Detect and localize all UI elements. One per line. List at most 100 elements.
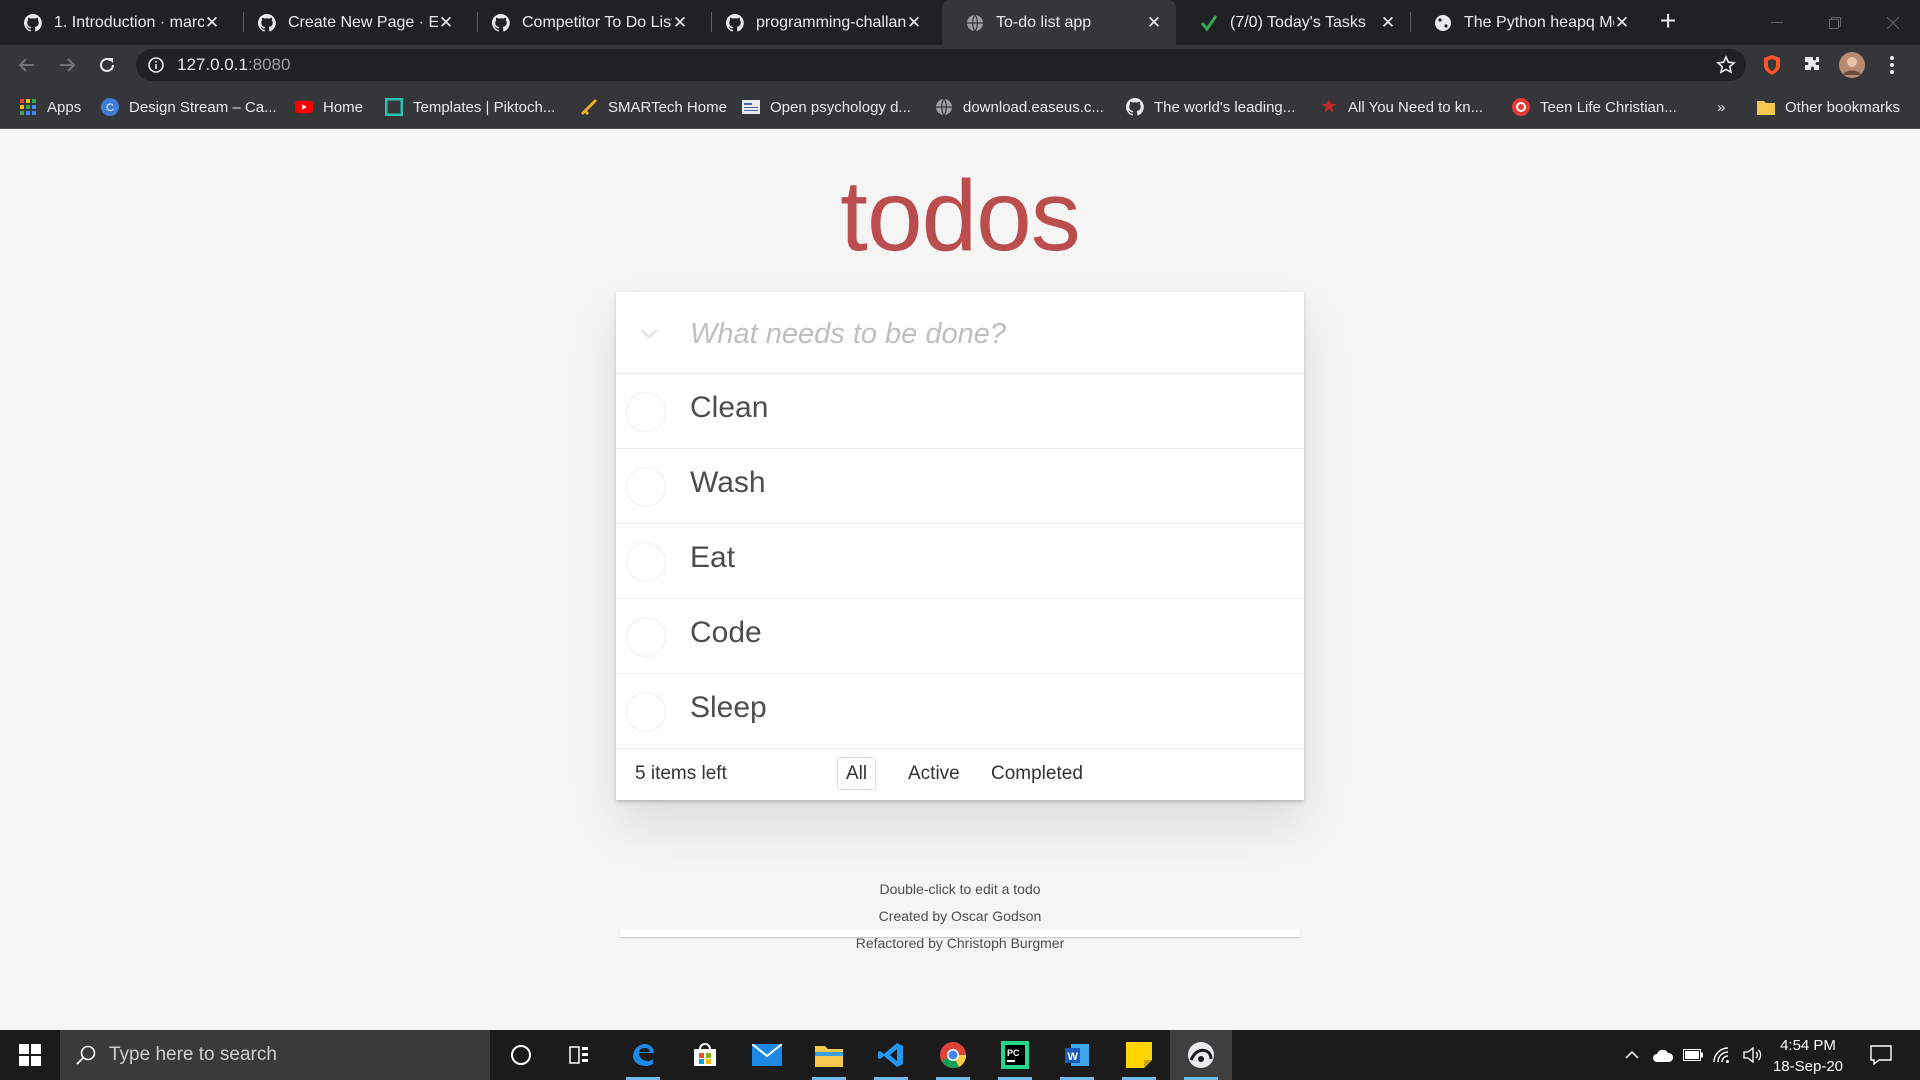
minimize-button[interactable] — [1748, 0, 1806, 45]
tab-title: The Python heapq Mo — [1464, 13, 1614, 31]
todo-item[interactable]: Wash — [616, 449, 1304, 524]
new-tab-button[interactable]: + — [1654, 7, 1682, 36]
brave-shield-extension[interactable] — [1756, 49, 1788, 81]
close-icon[interactable]: ✕ — [438, 13, 454, 32]
tray-wifi[interactable] — [1710, 1030, 1736, 1080]
forward-button[interactable] — [51, 49, 83, 81]
new-todo-input[interactable] — [690, 312, 1280, 356]
menu-button[interactable] — [1876, 49, 1908, 81]
tab-python-heapq[interactable]: The Python heapq Mo ✕ — [1410, 0, 1644, 45]
todo-checkbox[interactable] — [626, 467, 666, 507]
close-icon[interactable]: ✕ — [1380, 13, 1396, 32]
filter-active[interactable]: Active — [899, 757, 969, 790]
avatar-icon — [1839, 52, 1865, 78]
info-icon[interactable] — [148, 57, 164, 73]
taskbar-sticky-notes[interactable] — [1108, 1030, 1170, 1080]
other-bookmarks[interactable]: Other bookmarks — [1757, 96, 1900, 118]
restore-button[interactable] — [1806, 0, 1864, 45]
taskbar-store[interactable] — [674, 1030, 736, 1080]
clock-time: 4:54 PM — [1780, 1037, 1836, 1054]
todo-item[interactable]: Sleep — [616, 674, 1304, 749]
bookmark-templates[interactable]: Templates | Piktoch... — [385, 96, 555, 118]
bookmark-open-psychology[interactable]: Open psychology d... — [742, 96, 911, 118]
close-window-button[interactable] — [1864, 0, 1920, 45]
todo-footer: 5 items left All Active Completed — [616, 749, 1304, 800]
todo-label[interactable]: Clean — [690, 391, 768, 425]
taskbar-pycharm[interactable]: PC — [984, 1030, 1046, 1080]
info-footer: Double-click to edit a todo Created by O… — [0, 876, 1920, 957]
taskbar-mail[interactable] — [736, 1030, 798, 1080]
address-bar[interactable]: 127.0.0.1:8080 — [136, 49, 1746, 81]
todo-checkbox[interactable] — [626, 542, 666, 582]
windows-logo-icon — [19, 1044, 41, 1066]
todo-checkbox[interactable] — [626, 617, 666, 657]
tray-onedrive[interactable] — [1650, 1030, 1676, 1080]
close-icon[interactable]: ✕ — [1146, 13, 1162, 32]
task-view-button[interactable] — [548, 1030, 610, 1080]
close-icon[interactable]: ✕ — [1614, 13, 1630, 32]
cortana-button[interactable] — [490, 1030, 552, 1080]
file-explorer-icon — [815, 1046, 843, 1067]
tab-introduction[interactable]: 1. Introduction · marcin ✕ — [0, 0, 234, 45]
python-icon — [1434, 14, 1452, 32]
tray-volume[interactable] — [1740, 1030, 1766, 1080]
bookmark-label: Apps — [47, 98, 82, 116]
tab-create-new-page[interactable]: Create New Page · Emp ✕ — [234, 0, 468, 45]
taskbar-search[interactable]: Type here to search — [60, 1030, 490, 1080]
action-center-button[interactable] — [1864, 1030, 1898, 1080]
mail-icon — [752, 1044, 782, 1066]
taskbar-active-browser[interactable] — [1170, 1030, 1232, 1080]
todo-label[interactable]: Wash — [690, 466, 766, 500]
bookmark-github[interactable]: The world's leading... — [1126, 96, 1295, 118]
taskbar-vscode[interactable] — [860, 1030, 922, 1080]
taskbar-word[interactable]: W — [1046, 1030, 1108, 1080]
tab-programming-challenge[interactable]: programming-challang ✕ — [702, 0, 936, 45]
filter-completed[interactable]: Completed — [982, 757, 1092, 790]
tab-todo-list-app[interactable]: To-do list app ✕ — [942, 0, 1176, 45]
todo-item[interactable]: Clean — [616, 374, 1304, 449]
bookmark-label: All You Need to kn... — [1348, 98, 1484, 116]
search-icon — [76, 1045, 96, 1065]
bookmark-easeus[interactable]: download.easeus.c... — [935, 96, 1104, 118]
filter-all[interactable]: All — [837, 757, 877, 790]
todo-label[interactable]: Eat — [690, 541, 735, 575]
bookmark-apps[interactable]: Apps — [19, 96, 81, 118]
bookmark-smartech[interactable]: SMARTech Home — [580, 96, 727, 118]
tab-todays-tasks[interactable]: (7/0) Today's Tasks ✕ — [1176, 0, 1410, 45]
tray-battery[interactable] — [1680, 1030, 1706, 1080]
page-content: todos Clean Wash Eat Code Sleep 5 ite — [0, 129, 1920, 1030]
vscode-icon — [878, 1043, 903, 1067]
back-button[interactable] — [11, 49, 43, 81]
kebab-menu-icon — [1890, 56, 1894, 74]
todo-label[interactable]: Sleep — [690, 691, 767, 725]
extensions-button[interactable] — [1796, 49, 1828, 81]
bookmarks-overflow-button[interactable]: » — [1717, 96, 1725, 118]
todo-checkbox[interactable] — [626, 392, 666, 432]
tab-competitor-todo[interactable]: Competitor To Do List · ✕ — [468, 0, 702, 45]
taskbar-clock[interactable]: 4:54 PM 18-Sep-20 — [1770, 1035, 1846, 1077]
close-icon[interactable]: ✕ — [672, 13, 688, 32]
word-icon: W — [1065, 1044, 1089, 1066]
bookmark-all-you-need[interactable]: All You Need to kn... — [1320, 96, 1483, 118]
design-stream-icon: C — [101, 98, 119, 116]
bookmark-design-stream[interactable]: C Design Stream – Ca... — [101, 96, 277, 118]
wifi-icon — [1713, 1047, 1729, 1063]
toggle-all-chevron-icon[interactable] — [634, 318, 664, 348]
bookmarks-bar: Apps C Design Stream – Ca... Home Templa… — [0, 85, 1920, 129]
start-button[interactable] — [0, 1030, 60, 1080]
bookmark-star-icon[interactable] — [1716, 55, 1736, 75]
profile-avatar[interactable] — [1836, 49, 1868, 81]
bookmark-home[interactable]: Home — [295, 96, 363, 118]
reload-button[interactable] — [91, 49, 123, 81]
taskbar-file-explorer[interactable] — [798, 1030, 860, 1080]
tray-overflow-button[interactable] — [1620, 1030, 1644, 1080]
close-icon[interactable]: ✕ — [204, 13, 220, 32]
todo-item[interactable]: Eat — [616, 524, 1304, 599]
todo-item[interactable]: Code — [616, 599, 1304, 674]
bookmark-teen-life[interactable]: Teen Life Christian... — [1512, 96, 1677, 118]
todo-checkbox[interactable] — [626, 692, 666, 732]
taskbar-edge[interactable] — [612, 1030, 674, 1080]
close-icon[interactable]: ✕ — [906, 13, 922, 32]
taskbar-chrome[interactable] — [922, 1030, 984, 1080]
todo-label[interactable]: Code — [690, 616, 762, 650]
